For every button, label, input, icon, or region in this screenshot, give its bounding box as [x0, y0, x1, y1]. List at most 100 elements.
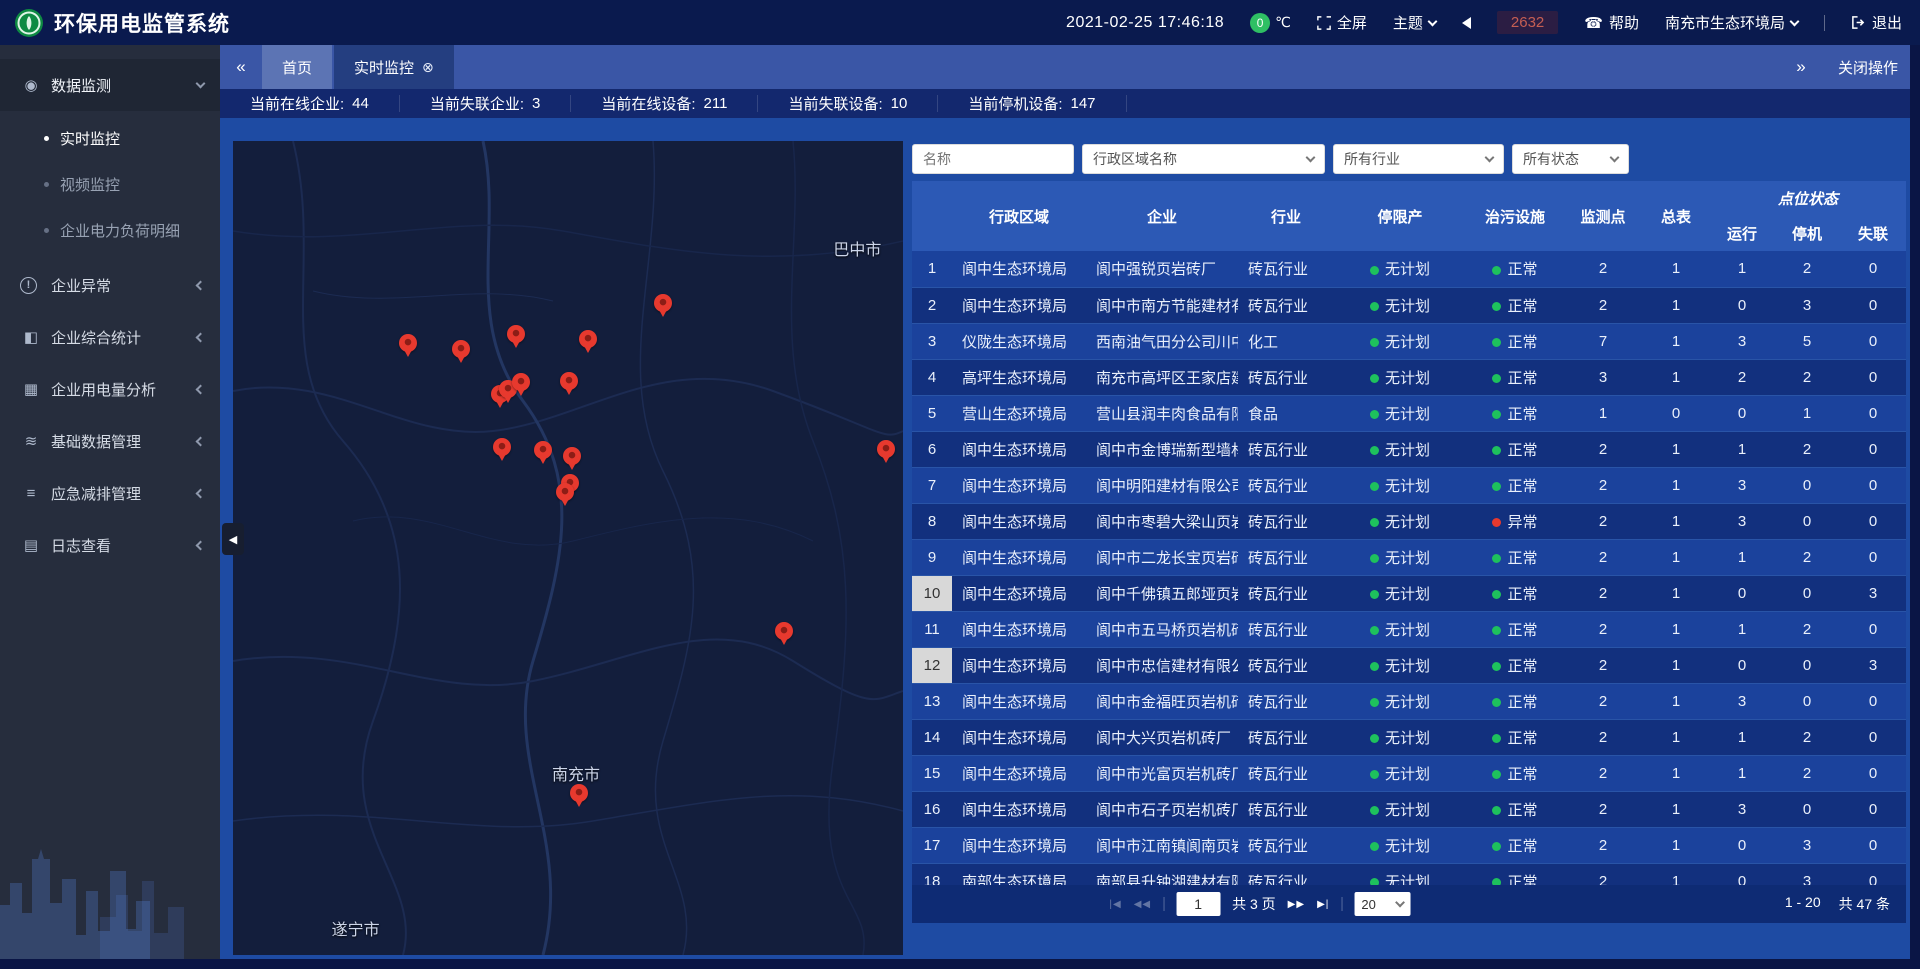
last-page-button[interactable]: ▶|: [1317, 899, 1329, 910]
table-row[interactable]: 6阆中生态环境局阆中市金博瑞新型墙材砖瓦行业无计划正常21120: [912, 431, 1906, 467]
map-pin[interactable]: [775, 622, 793, 646]
cell-run: 0: [1710, 863, 1774, 885]
cell-plan-status: 无计划: [1334, 755, 1466, 791]
vertical-scrollbar[interactable]: [1910, 45, 1920, 969]
map-pin[interactable]: [452, 340, 470, 364]
status-dot: [1370, 698, 1379, 707]
chevron-left-icon: [196, 280, 206, 290]
help-button[interactable]: ☎ 帮助: [1584, 12, 1639, 33]
table-row[interactable]: 2阆中生态环境局阆中市南方节能建材有砖瓦行业无计划正常21030: [912, 287, 1906, 323]
status-dot: [1492, 626, 1501, 635]
stat-item: 当前在线设备:211: [571, 95, 758, 112]
region-filter-select[interactable]: 行政区域名称: [1082, 144, 1325, 174]
table-row[interactable]: 8阆中生态环境局阆中市枣碧大梁山页岩砖瓦行业无计划异常21300: [912, 503, 1906, 539]
row-index: 3: [912, 323, 952, 359]
cell-meters: 1: [1642, 431, 1710, 467]
map-pin[interactable]: [507, 325, 525, 349]
tabs-scroll-right-button[interactable]: »: [1780, 57, 1822, 77]
cell-points: 2: [1564, 575, 1642, 611]
horizontal-scrollbar[interactable]: [0, 959, 1920, 969]
filter-bar: 行政区域名称 所有行业 所有状态: [912, 144, 1906, 174]
alert-prev-button[interactable]: [1462, 17, 1471, 29]
map-pin[interactable]: [556, 483, 574, 507]
first-page-button[interactable]: |◀: [1109, 899, 1121, 910]
page-number-input[interactable]: [1176, 892, 1220, 916]
table-row[interactable]: 5营山生态环境局营山县润丰肉食品有限食品无计划正常10010: [912, 395, 1906, 431]
table-row[interactable]: 7阆中生态环境局阆中明阳建材有限公司砖瓦行业无计划正常21300: [912, 467, 1906, 503]
table-row[interactable]: 15阆中生态环境局阆中市光富页岩机砖厂砖瓦行业无计划正常21120: [912, 755, 1906, 791]
map-pin[interactable]: [512, 373, 530, 397]
map-pin[interactable]: [493, 438, 511, 462]
table-row[interactable]: 4高坪生态环境局南充市高坪区王家店建砖瓦行业无计划正常31220: [912, 359, 1906, 395]
sidebar-item-emergency-reduction[interactable]: ≡应急减排管理: [0, 467, 220, 519]
cell-stop: 2: [1774, 251, 1840, 287]
close-operations-button[interactable]: 关闭操作: [1838, 57, 1898, 78]
cell-company: 阆中市南方节能建材有: [1086, 287, 1238, 323]
table-row[interactable]: 10阆中生态环境局阆中千佛镇五郎垭页岩砖瓦行业无计划正常21003: [912, 575, 1906, 611]
sidebar-item-power-usage-analysis[interactable]: ▦企业用电量分析: [0, 363, 220, 415]
sidebar-item-enterprise-statistics[interactable]: ◧企业综合统计: [0, 311, 220, 363]
theme-dropdown[interactable]: 主题: [1393, 12, 1436, 33]
logout-button[interactable]: 退出: [1851, 12, 1902, 33]
table-row[interactable]: 18南部生态环境局南部县升钟湖建材有限砖瓦行业无计划正常21030: [912, 863, 1906, 885]
status-filter-select[interactable]: 所有状态: [1512, 144, 1629, 174]
pagination-info: 1 - 20 共 47 条: [1785, 894, 1890, 914]
table-row[interactable]: 16阆中生态环境局阆中市石子页岩机砖厂砖瓦行业无计划正常21300: [912, 791, 1906, 827]
table-row[interactable]: 9阆中生态环境局阆中市二龙长宝页岩砖砖瓦行业无计划正常21120: [912, 539, 1906, 575]
tab-close-icon[interactable]: ⊗: [422, 59, 434, 76]
col-facility: 治污设施: [1466, 181, 1564, 251]
chevron-down-icon: [1395, 898, 1405, 908]
table-row[interactable]: 17阆中生态环境局阆中市江南镇阆南页岩砖瓦行业无计划正常21030: [912, 827, 1906, 863]
prev-page-button[interactable]: ◀◀: [1134, 899, 1151, 910]
table-row[interactable]: 14阆中生态环境局阆中大兴页岩机砖厂砖瓦行业无计划正常21120: [912, 719, 1906, 755]
sidebar-item-realtime-monitor[interactable]: 实时监控: [0, 115, 220, 161]
map-pin[interactable]: [534, 441, 552, 465]
datetime-display: 2021-02-25 17:46:18: [1066, 14, 1224, 32]
chevron-down-icon: [196, 79, 206, 89]
table-row[interactable]: 13阆中生态环境局阆中市金福旺页岩机砖砖瓦行业无计划正常21300: [912, 683, 1906, 719]
next-page-button[interactable]: ▶▶: [1288, 899, 1305, 910]
map-pin[interactable]: [877, 440, 895, 464]
industry-filter-select[interactable]: 所有行业: [1333, 144, 1504, 174]
cell-points: 2: [1564, 827, 1642, 863]
help-label: 帮助: [1609, 12, 1639, 33]
cell-points: 3: [1564, 359, 1642, 395]
cell-stop: 0: [1774, 683, 1840, 719]
map-pin[interactable]: [560, 372, 578, 396]
table-row[interactable]: 11阆中生态环境局阆中市五马桥页岩机砖砖瓦行业无计划正常21120: [912, 611, 1906, 647]
page-size-select[interactable]: 20: [1354, 892, 1410, 916]
table-row[interactable]: 12阆中生态环境局阆中市忠信建材有限公砖瓦行业无计划正常21003: [912, 647, 1906, 683]
map-pin[interactable]: [579, 330, 597, 354]
map-pin[interactable]: [570, 784, 588, 808]
map-pin[interactable]: [563, 447, 581, 471]
cell-run: 3: [1710, 323, 1774, 359]
row-index: 2: [912, 287, 952, 323]
tab-realtime-monitor[interactable]: 实时监控 ⊗: [334, 45, 454, 89]
name-filter-input[interactable]: [912, 144, 1074, 174]
sidebar-item-data-monitoring[interactable]: ◉数据监测: [0, 59, 220, 111]
region-filter-label: 行政区域名称: [1093, 149, 1177, 169]
map-pin[interactable]: [654, 294, 672, 318]
sidebar-item-base-data-management[interactable]: ≋基础数据管理: [0, 415, 220, 467]
sidebar-collapse-button[interactable]: ◀: [222, 523, 244, 555]
map-pin[interactable]: [399, 334, 417, 358]
tabs-scroll-left-button[interactable]: «: [220, 57, 262, 77]
sidebar-item-enterprise-abnormal[interactable]: !企业异常: [0, 259, 220, 311]
status-dot: [1370, 806, 1379, 815]
sidebar-item-video-monitor[interactable]: 视频监控: [0, 161, 220, 207]
tab-home[interactable]: 首页: [262, 45, 332, 89]
cell-plan-status: 无计划: [1334, 575, 1466, 611]
sidebar-item-power-load-detail[interactable]: 企业电力负荷明细: [0, 207, 220, 253]
status-dot: [1492, 482, 1501, 491]
table-row[interactable]: 3仪陇生态环境局西南油气田分公司川中化工无计划正常71350: [912, 323, 1906, 359]
table-row[interactable]: 1阆中生态环境局阆中强锐页岩砖厂砖瓦行业无计划正常21120: [912, 251, 1906, 287]
alert-count-badge[interactable]: 2632: [1497, 11, 1558, 34]
org-dropdown[interactable]: 南充市生态环境局: [1665, 12, 1798, 33]
chevron-down-icon: [1306, 153, 1316, 163]
fullscreen-button[interactable]: 全屏: [1317, 12, 1367, 33]
stat-value: 44: [352, 95, 369, 112]
temperature-display: 0 ℃: [1250, 13, 1291, 33]
map-panel[interactable]: 巴中市南充市遂宁市: [233, 141, 903, 955]
sidebar-item-log-view[interactable]: ▤日志查看: [0, 519, 220, 571]
cell-meters: 1: [1642, 359, 1710, 395]
